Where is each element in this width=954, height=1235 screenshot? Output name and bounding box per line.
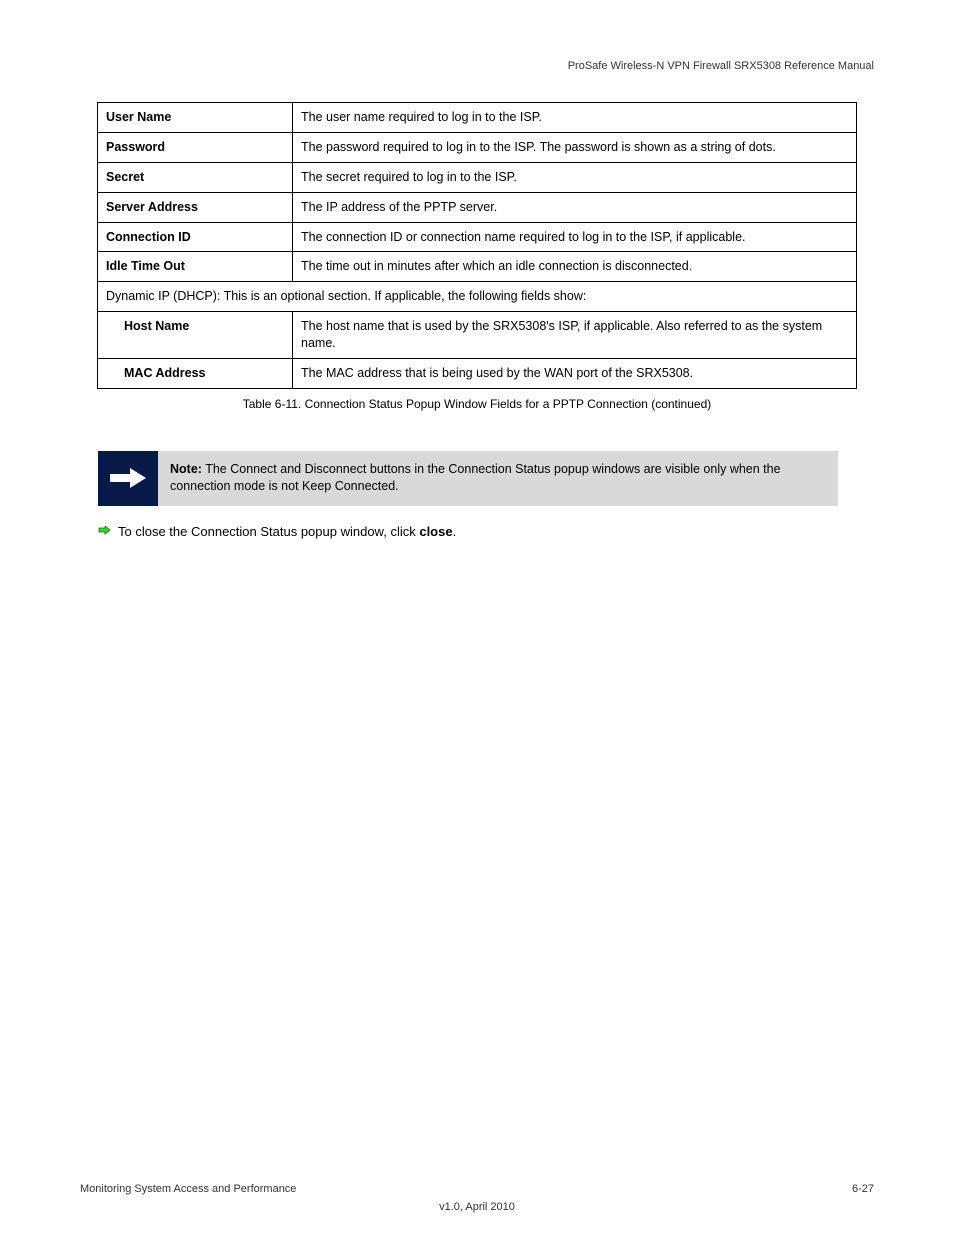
table-cell-label: Server Address bbox=[98, 192, 293, 222]
table-row: Server AddressThe IP address of the PPTP… bbox=[98, 192, 857, 222]
table-row: MAC AddressThe MAC address that is being… bbox=[98, 358, 857, 388]
table-cell-desc: The host name that is used by the SRX530… bbox=[293, 312, 857, 359]
table-row: Idle Time OutThe time out in minutes aft… bbox=[98, 252, 857, 282]
table-cell-desc: The MAC address that is being used by th… bbox=[293, 358, 857, 388]
page-header: ProSafe Wireless-N VPN Firewall SRX5308 … bbox=[80, 60, 874, 72]
table-cell-desc: The secret required to log in to the ISP… bbox=[293, 162, 857, 192]
table-row: Dynamic IP (DHCP): This is an optional s… bbox=[98, 282, 857, 312]
footer-version: v1.0, April 2010 bbox=[0, 1201, 954, 1213]
table-row: Host NameThe host name that is used by t… bbox=[98, 312, 857, 359]
parameter-table: User NameThe user name required to log i… bbox=[97, 102, 857, 389]
table-cell-label: User Name bbox=[98, 103, 293, 133]
table-cell-desc: The time out in minutes after which an i… bbox=[293, 252, 857, 282]
table-row: SecretThe secret required to log in to t… bbox=[98, 162, 857, 192]
instruction-step: To close the Connection Status popup win… bbox=[98, 524, 874, 541]
table-cell-label: Secret bbox=[98, 162, 293, 192]
table-cell-desc: The user name required to log in to the … bbox=[293, 103, 857, 133]
table-cell-desc: The IP address of the PPTP server. bbox=[293, 192, 857, 222]
table-row: User NameThe user name required to log i… bbox=[98, 103, 857, 133]
table-caption: Table 6-11. Connection Status Popup Wind… bbox=[80, 397, 874, 411]
table-cell-label: Idle Time Out bbox=[98, 252, 293, 282]
table-cell-label: Host Name bbox=[98, 312, 293, 359]
page-footer: Monitoring System Access and Performance… bbox=[80, 1183, 874, 1195]
note-callout: Note: The Connect and Disconnect buttons… bbox=[98, 451, 838, 506]
table-cell-full: Dynamic IP (DHCP): This is an optional s… bbox=[98, 282, 857, 312]
table-cell-label: Password bbox=[98, 132, 293, 162]
table-row: PasswordThe password required to log in … bbox=[98, 132, 857, 162]
step-arrow-icon bbox=[98, 526, 110, 541]
table-cell-label: MAC Address bbox=[98, 358, 293, 388]
table-cell-desc: The password required to log in to the I… bbox=[293, 132, 857, 162]
table-row: Connection IDThe connection ID or connec… bbox=[98, 222, 857, 252]
table-cell-desc: The connection ID or connection name req… bbox=[293, 222, 857, 252]
footer-right: 6-27 bbox=[852, 1183, 874, 1195]
table-cell-label: Connection ID bbox=[98, 222, 293, 252]
arrow-right-icon bbox=[98, 451, 158, 506]
footer-left: Monitoring System Access and Performance bbox=[80, 1183, 296, 1195]
note-text: Note: The Connect and Disconnect buttons… bbox=[158, 451, 838, 506]
